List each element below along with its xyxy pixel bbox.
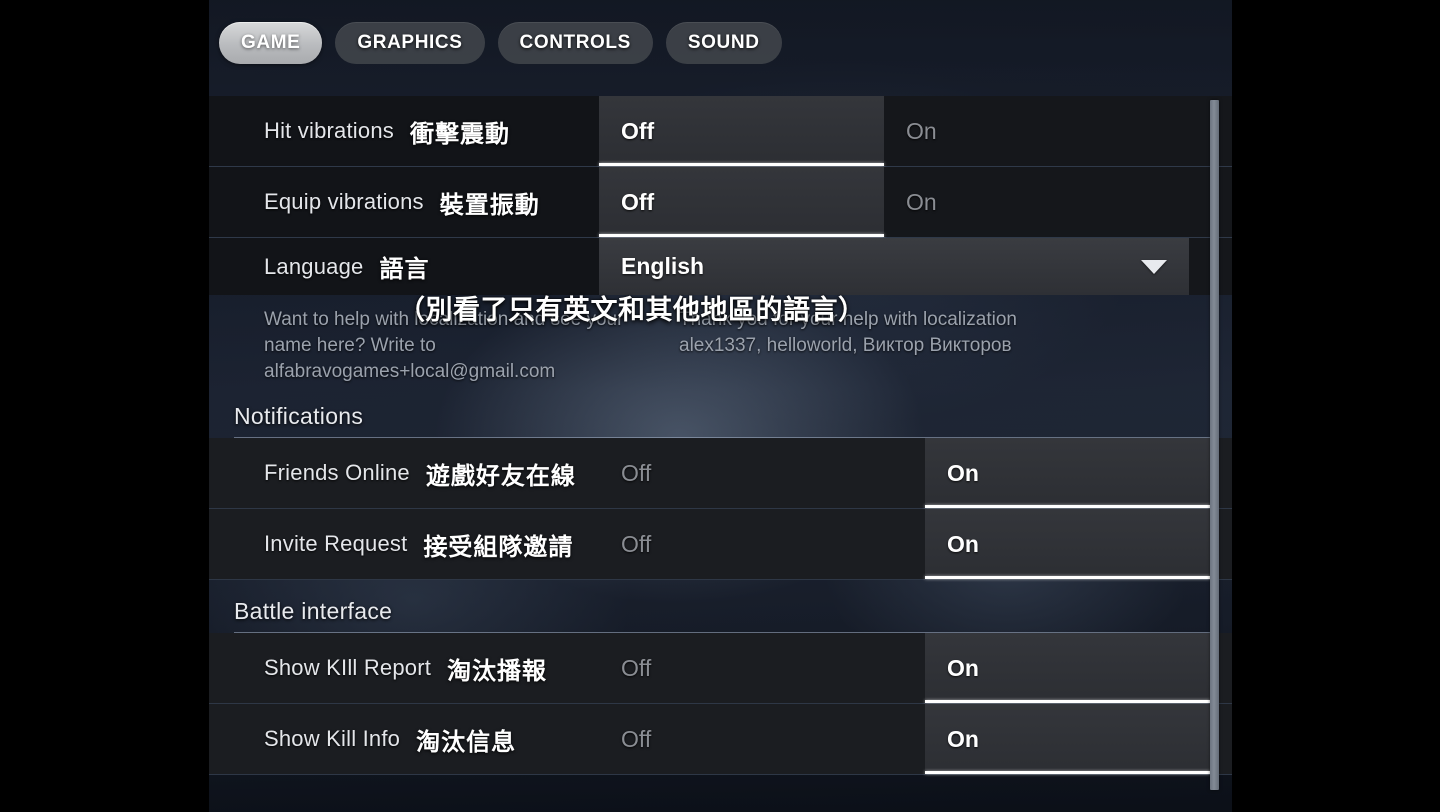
setting-row-invite-request: Invite Request 接受組隊邀請 Off On <box>209 509 1232 580</box>
setting-label-en: Equip vibrations <box>264 189 424 214</box>
setting-row-friends-online: Friends Online 遊戲好友在線 Off On <box>209 438 1232 509</box>
tab-graphics[interactable]: GRAPHICS <box>335 22 485 64</box>
settings-tab-bar: GAME GRAPHICS CONTROLS SOUND <box>219 22 782 64</box>
setting-label-group: Show Kill Info 淘汰信息 <box>209 704 599 774</box>
setting-label-en: Invite Request <box>264 531 408 556</box>
option-off-friends-online[interactable]: Off <box>599 438 925 508</box>
option-off-invite-request[interactable]: Off <box>599 509 925 579</box>
setting-label-group: Invite Request 接受組隊邀請 <box>209 509 599 579</box>
setting-label-zh: 裝置振動 <box>439 191 540 219</box>
setting-label-zh: 衝擊震動 <box>409 120 510 148</box>
tab-game-label: GAME <box>241 32 301 53</box>
setting-label-group: Show KIll Report 淘汰播報 <box>209 633 599 703</box>
option-off-show-kill-report[interactable]: Off <box>599 633 925 703</box>
letterbox-right <box>1232 0 1440 812</box>
section-title: Notifications <box>234 403 364 429</box>
option-on-equip-vibrations[interactable]: On <box>884 167 1232 237</box>
setting-label-en: Hit vibrations <box>264 118 394 143</box>
option-on-invite-request[interactable]: On <box>925 509 1210 579</box>
setting-label-en: Show Kill Info <box>264 726 401 751</box>
setting-row-hit-vibrations: Hit vibrations 衝擊震動 Off On <box>209 96 1232 167</box>
option-on-hit-vibrations[interactable]: On <box>884 96 1232 166</box>
setting-label-en: Friends Online <box>264 460 410 485</box>
setting-label-en: Show KIll Report <box>264 655 432 680</box>
setting-label-group: Equip vibrations 裝置振動 <box>209 167 599 237</box>
setting-options: Off On <box>599 96 1232 166</box>
setting-row-equip-vibrations: Equip vibrations 裝置振動 Off On <box>209 167 1232 238</box>
section-title: Battle interface <box>234 598 393 624</box>
section-header-notifications: Notifications <box>209 385 1232 438</box>
language-dropdown-value: English <box>621 253 705 279</box>
option-on-show-kill-report[interactable]: On <box>925 633 1210 703</box>
language-dropdown[interactable]: English <box>599 238 1189 295</box>
option-off-equip-vibrations[interactable]: Off <box>599 167 884 237</box>
tab-game[interactable]: GAME <box>219 22 323 64</box>
section-header-battle-interface: Battle interface <box>209 580 1232 633</box>
settings-content: Hit vibrations 衝擊震動 Off On Equip vibrati… <box>209 96 1232 812</box>
setting-label-zh: 接受組隊邀請 <box>423 533 574 561</box>
tab-graphics-label: GRAPHICS <box>357 32 463 53</box>
tab-sound-label: SOUND <box>687 32 760 53</box>
setting-label-en: Language <box>264 253 364 279</box>
setting-options: Off On <box>599 167 1232 237</box>
tab-sound[interactable]: SOUND <box>665 22 782 64</box>
setting-row-show-kill-report: Show KIll Report 淘汰播報 Off On <box>209 633 1232 704</box>
option-on-friends-online[interactable]: On <box>925 438 1210 508</box>
setting-label-zh: 語言 <box>379 256 430 283</box>
scrollbar-thumb[interactable] <box>1210 100 1219 790</box>
option-off-show-kill-info[interactable]: Off <box>599 704 925 774</box>
setting-label-zh: 淘汰播報 <box>447 657 548 685</box>
tab-controls[interactable]: CONTROLS <box>497 22 653 64</box>
setting-row-show-kill-info: Show Kill Info 淘汰信息 Off On <box>209 704 1232 775</box>
chevron-down-icon <box>1141 259 1167 274</box>
setting-label-group: Friends Online 遊戲好友在線 <box>209 438 599 508</box>
letterbox-left <box>0 0 209 812</box>
settings-scrollbar[interactable] <box>1210 100 1219 790</box>
tab-controls-label: CONTROLS <box>519 32 631 53</box>
setting-label-zh: 遊戲好友在線 <box>425 462 576 490</box>
setting-label-group: Language 語言 <box>209 238 599 295</box>
setting-label-group: Hit vibrations 衝擊震動 <box>209 96 599 166</box>
option-on-show-kill-info[interactable]: On <box>925 704 1210 774</box>
setting-row-language: Language 語言 English <box>209 238 1232 295</box>
option-off-hit-vibrations[interactable]: Off <box>599 96 884 166</box>
setting-label-zh: 淘汰信息 <box>416 728 517 756</box>
game-settings-screen: GAME GRAPHICS CONTROLS SOUND Hit vibrati… <box>0 0 1440 812</box>
overlay-annotation-note: （別看了只有英文和其他地區的語言） <box>398 295 866 325</box>
